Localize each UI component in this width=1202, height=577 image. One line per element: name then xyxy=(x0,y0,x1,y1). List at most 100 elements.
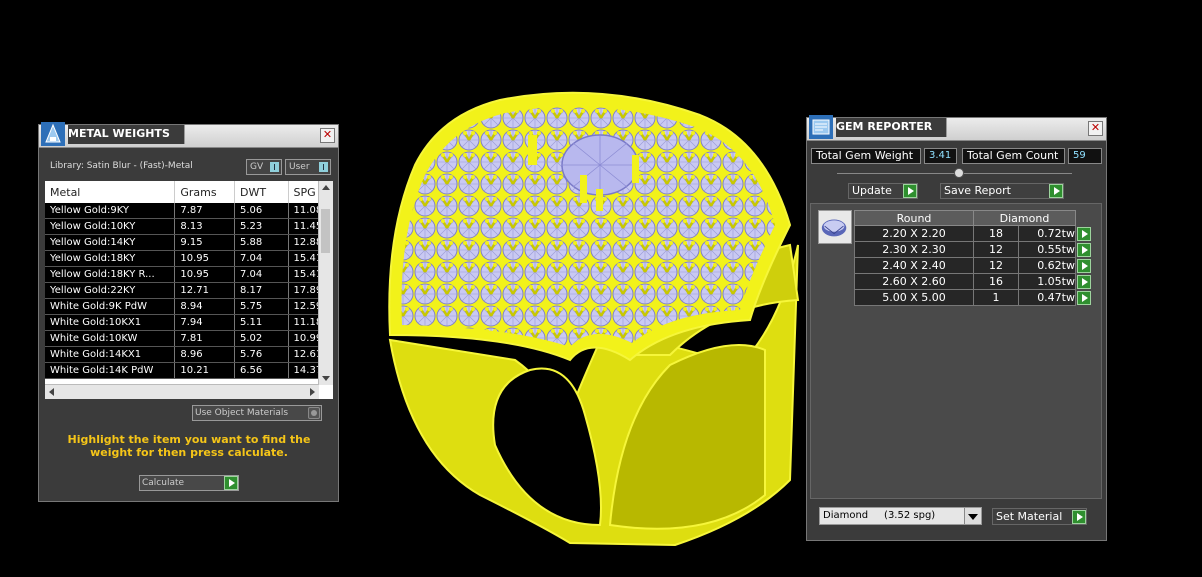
slider-knob-icon[interactable] xyxy=(954,168,964,178)
grams-cell: 12.71 xyxy=(174,282,235,299)
grams-cell: 10.95 xyxy=(174,250,235,267)
radio-icon xyxy=(308,407,320,419)
table-row[interactable]: White Gold:14K PdW 10.21 6.56 14.37 xyxy=(45,362,331,379)
panel-title: METAL WEIGHTS xyxy=(68,125,185,144)
grams-cell: 10.21 xyxy=(174,362,235,379)
play-icon xyxy=(1077,258,1091,273)
row-select-button[interactable] xyxy=(1075,289,1093,306)
use-object-materials-toggle[interactable]: Use Object Materials xyxy=(192,405,322,421)
metal-cell: Yellow Gold:14KY xyxy=(45,234,176,251)
gem-table[interactable]: Round Diamond 2.20 X 2.20 18 0.72tw 2.30 X … xyxy=(854,210,1093,306)
weight-cell: 1.05tw xyxy=(1017,273,1077,290)
metal-cell: Yellow Gold:22KY xyxy=(45,282,176,299)
scroll-right-icon[interactable] xyxy=(310,388,315,396)
size-cell: 2.30 X 2.30 xyxy=(854,241,974,258)
grams-cell: 8.96 xyxy=(174,346,235,363)
metal-weights-icon xyxy=(41,122,65,146)
metal-cell: Yellow Gold:18KY R... xyxy=(45,266,176,283)
chevron-down-icon[interactable] xyxy=(964,508,981,524)
play-icon xyxy=(1049,184,1063,198)
play-icon xyxy=(1077,226,1091,241)
close-icon[interactable]: ✕ xyxy=(320,128,335,143)
weight-cell: 0.62tw xyxy=(1017,257,1077,274)
table-row[interactable]: Yellow Gold:18KY 10.95 7.04 15.41 xyxy=(45,250,331,267)
table-row[interactable]: 2.40 X 2.40 12 0.62tw xyxy=(854,257,1093,274)
scroll-thumb[interactable] xyxy=(321,209,330,253)
col-header-dwt[interactable]: DWT xyxy=(234,181,289,203)
gem-reporter-icon xyxy=(809,115,833,139)
dwt-cell: 5.88 xyxy=(234,234,289,251)
material-select[interactable]: Diamond (3.52 spg) xyxy=(819,507,982,525)
table-row[interactable]: 2.60 X 2.60 16 1.05tw xyxy=(854,273,1093,290)
metal-cell: White Gold:14KX1 xyxy=(45,346,176,363)
horizontal-scrollbar[interactable] xyxy=(45,384,319,399)
table-row[interactable]: Yellow Gold:14KY 9.15 5.88 12.88 xyxy=(45,234,331,251)
col-header-metal[interactable]: Metal xyxy=(45,181,176,203)
metal-cell: Yellow Gold:18KY xyxy=(45,250,176,267)
dwt-cell: 7.04 xyxy=(234,266,289,283)
play-icon xyxy=(1077,242,1091,257)
table-row[interactable]: White Gold:14KX1 8.96 5.76 12.61 xyxy=(45,346,331,363)
weight-cell: 0.47tw xyxy=(1017,289,1077,306)
row-select-button[interactable] xyxy=(1075,273,1093,290)
metal-cell: White Gold:9K PdW xyxy=(45,298,176,315)
table-row[interactable]: Yellow Gold:22KY 12.71 8.17 17.89 xyxy=(45,282,331,299)
play-icon xyxy=(1077,290,1092,305)
gv-toggle[interactable]: GV xyxy=(246,159,282,175)
col-header-material: Diamond xyxy=(973,210,1076,226)
play-icon xyxy=(1072,510,1086,524)
count-cell: 1 xyxy=(973,289,1019,306)
table-row[interactable]: White Gold:10KX1 7.94 5.11 11.18 xyxy=(45,314,331,331)
dwt-cell: 6.56 xyxy=(234,362,289,379)
close-icon[interactable]: ✕ xyxy=(1088,121,1103,136)
size-cell: 2.20 X 2.20 xyxy=(854,225,974,242)
set-material-button[interactable]: Set Material xyxy=(992,508,1087,525)
ring-3d-viewport[interactable] xyxy=(370,85,810,555)
scroll-down-icon[interactable] xyxy=(322,376,330,381)
scroll-left-icon[interactable] xyxy=(49,388,54,396)
table-row[interactable]: 5.00 X 5.00 1 0.47tw xyxy=(854,289,1093,306)
grams-cell: 10.95 xyxy=(174,266,235,283)
table-row[interactable]: 2.30 X 2.30 12 0.55tw xyxy=(854,241,1093,258)
grams-cell: 7.87 xyxy=(174,203,235,219)
vertical-scrollbar[interactable] xyxy=(318,181,333,385)
dwt-cell: 5.02 xyxy=(234,330,289,347)
table-row[interactable]: Yellow Gold:9KY 7.87 5.06 11.08 xyxy=(45,203,331,219)
table-row[interactable]: Yellow Gold:10KY 8.13 5.23 11.45 xyxy=(45,218,331,235)
scroll-up-icon[interactable] xyxy=(322,185,330,190)
col-header-shape: Round xyxy=(854,210,974,226)
dwt-cell: 5.76 xyxy=(234,346,289,363)
gem-thumbnail[interactable] xyxy=(818,210,852,244)
update-button[interactable]: Update xyxy=(848,183,918,199)
table-row[interactable]: White Gold:9K PdW 8.94 5.75 12.59 xyxy=(45,298,331,315)
metal-cell: White Gold:14K PdW xyxy=(45,362,176,379)
metal-table[interactable]: Metal Grams DWT SPG Yellow Gold:9KY 7.87 5… xyxy=(45,181,333,399)
row-select-button[interactable] xyxy=(1075,257,1093,274)
row-select-button[interactable] xyxy=(1075,225,1093,242)
gem-reporter-panel: GEM REPORTER ✕ Total Gem Weight 3.41 Tot… xyxy=(806,115,1107,541)
count-cell: 18 xyxy=(973,225,1019,242)
play-icon xyxy=(903,184,917,198)
grams-cell: 7.81 xyxy=(174,330,235,347)
size-cell: 5.00 X 5.00 xyxy=(854,289,974,306)
user-toggle[interactable]: User xyxy=(285,159,331,175)
total-gem-count-value: 59 xyxy=(1068,148,1102,164)
library-label: Library: Satin Blur - (Fast)-Metal xyxy=(50,161,193,171)
dwt-cell: 5.11 xyxy=(234,314,289,331)
count-cell: 12 xyxy=(973,241,1019,258)
table-row[interactable]: 2.20 X 2.20 18 0.72tw xyxy=(854,225,1093,242)
total-gem-weight-label: Total Gem Weight xyxy=(811,148,921,164)
save-report-button[interactable]: Save Report xyxy=(940,183,1064,199)
table-row[interactable]: White Gold:10KW 7.81 5.02 10.99 xyxy=(45,330,331,347)
divider-slider[interactable] xyxy=(837,168,1072,178)
metal-weights-titlebar[interactable]: METAL WEIGHTS ✕ xyxy=(39,122,338,148)
table-row[interactable]: Yellow Gold:18KY R... 10.95 7.04 15.41 xyxy=(45,266,331,283)
row-select-button[interactable] xyxy=(1075,241,1093,258)
gem-reporter-titlebar[interactable]: GEM REPORTER ✕ xyxy=(807,115,1106,141)
col-header-grams[interactable]: Grams xyxy=(174,181,235,203)
calculate-button[interactable]: Calculate xyxy=(139,475,239,491)
dwt-cell: 5.06 xyxy=(234,203,289,219)
weight-cell: 0.55tw xyxy=(1017,241,1077,258)
size-cell: 2.60 X 2.60 xyxy=(854,273,974,290)
play-icon xyxy=(1077,274,1091,289)
